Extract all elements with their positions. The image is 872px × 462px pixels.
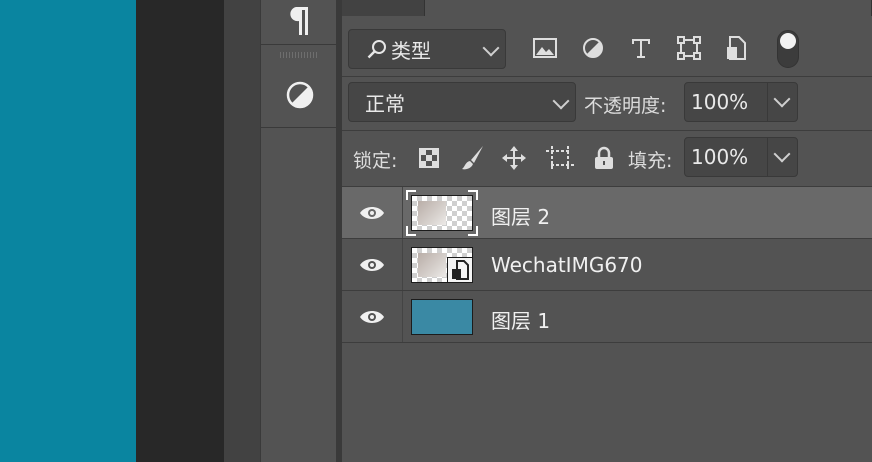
layer-name[interactable]: WechatIMG670 (491, 253, 643, 277)
checkerboard-icon (419, 148, 439, 168)
collapsed-panel-dock (260, 0, 338, 462)
layer-row-wechatimg670[interactable]: WechatIMG670 (342, 239, 872, 291)
layer-thumbnail[interactable] (411, 299, 473, 335)
adjustments-panel-button[interactable] (261, 70, 338, 120)
adjustment-circle-icon (583, 38, 603, 58)
adjustment-circle-icon (286, 81, 313, 109)
artboard-icon (546, 146, 574, 170)
fill-value[interactable]: 100% (691, 145, 748, 169)
opacity-value[interactable]: 100% (691, 90, 748, 114)
filter-smart-objects-button[interactable] (721, 32, 753, 64)
chevron-down-icon (773, 145, 791, 163)
panel-tab-strip (342, 0, 872, 16)
smart-object-badge (447, 257, 473, 283)
layer-name[interactable]: 图层 2 (491, 201, 550, 230)
move-arrows-icon (502, 146, 526, 170)
pasteboard (136, 0, 224, 462)
layer-row-layer-2[interactable]: 图层 2 (342, 187, 872, 239)
layer-row-layer-1[interactable]: 图层 1 (342, 291, 872, 343)
opacity-field[interactable]: 100% (684, 82, 798, 122)
brush-icon (462, 146, 483, 170)
blend-mode-select[interactable]: 正常 (348, 82, 576, 122)
smart-object-icon (452, 260, 469, 280)
eye-icon (360, 206, 384, 219)
filter-kind-select[interactable]: 类型 (348, 29, 506, 69)
filter-shape-layers-button[interactable] (673, 32, 705, 64)
chevron-down-icon (482, 39, 500, 57)
lock-image-pixels-button[interactable] (457, 142, 489, 174)
shape-transform-icon (677, 36, 701, 60)
filter-toggle-switch[interactable] (777, 30, 799, 68)
lock-transparent-pixels-button[interactable] (413, 142, 445, 174)
fill-label: 填充: (628, 150, 673, 172)
filter-kind-label: 类型 (391, 38, 431, 63)
layer-name[interactable]: 图层 1 (491, 305, 550, 334)
opacity-dropdown-button[interactable] (767, 83, 797, 121)
filter-pixel-layers-button[interactable] (529, 32, 561, 64)
lock-artboard-button[interactable] (544, 142, 576, 174)
lock-all-button[interactable] (588, 142, 620, 174)
filter-adjustment-layers-button[interactable] (577, 32, 609, 64)
dock-gap (224, 0, 260, 462)
fill-dropdown-button[interactable] (767, 138, 797, 176)
paragraph-icon (289, 7, 308, 35)
lock-position-button[interactable] (498, 142, 530, 174)
fill-field[interactable]: 100% (684, 137, 798, 177)
layer-thumbnail[interactable] (411, 195, 473, 231)
search-icon (367, 40, 386, 59)
lock-label: 锁定: (353, 150, 398, 172)
document-canvas[interactable] (0, 0, 136, 462)
toggle-knob (780, 33, 796, 49)
visibility-toggle[interactable] (342, 187, 403, 238)
eye-icon (360, 258, 384, 271)
image-icon (533, 38, 557, 58)
lock-icon (595, 146, 613, 169)
filter-type-layers-button[interactable] (625, 32, 657, 64)
smart-object-icon (727, 36, 746, 60)
opacity-label: 不透明度: (584, 95, 667, 117)
visibility-toggle[interactable] (342, 291, 403, 342)
chevron-down-icon (552, 92, 570, 110)
photoshop-window: 类型 正常 不透明度: 100% 锁定: 填充: 100% 图层 2 Wecha… (0, 0, 872, 462)
dock-grip[interactable] (280, 52, 318, 58)
tab-layers[interactable] (424, 0, 872, 16)
text-type-icon (632, 39, 650, 58)
blend-mode-value: 正常 (365, 91, 405, 116)
visibility-toggle[interactable] (342, 239, 403, 290)
layers-panel: 类型 正常 不透明度: 100% 锁定: 填充: 100% 图层 2 Wecha… (342, 0, 872, 462)
paragraph-panel-button[interactable] (261, 0, 338, 44)
chevron-down-icon (773, 90, 791, 108)
eye-icon (360, 310, 384, 323)
